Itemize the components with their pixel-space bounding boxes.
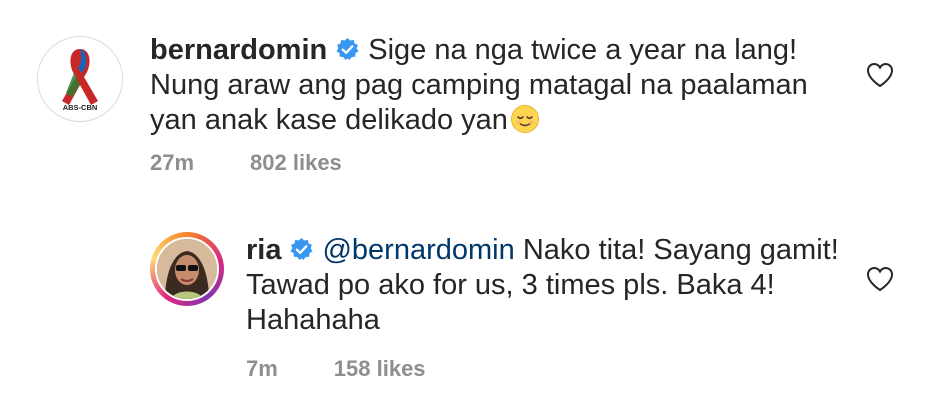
comment-meta: 7m 158 likes [246, 356, 482, 382]
heart-like-icon[interactable] [866, 266, 894, 292]
avatar-logo-text: ABS-CBN [63, 103, 98, 112]
username[interactable]: bernardomin [150, 34, 327, 66]
comment-time[interactable]: 7m [246, 356, 278, 381]
verified-badge-icon [290, 238, 314, 260]
likes-count[interactable]: 158 likes [334, 356, 426, 381]
avatar[interactable] [155, 237, 219, 301]
heart-like-icon[interactable] [866, 62, 894, 88]
comment: ABS-CBN bernardomin Sige na nga twice a … [0, 0, 945, 200]
likes-count[interactable]: 802 likes [250, 150, 342, 175]
mention-link[interactable]: @bernardomin [322, 234, 514, 266]
username[interactable]: ria [246, 234, 281, 266]
relieved-face-emoji [510, 105, 539, 133]
verified-badge-icon [336, 38, 359, 60]
avatar[interactable]: ABS-CBN [37, 36, 123, 122]
comment-meta: 27m 802 likes [150, 150, 398, 176]
comment-time[interactable]: 27m [150, 150, 194, 175]
comment-text: bernardomin Sige na nga twice a year na … [150, 33, 840, 138]
abs-cbn-ribbon-logo: ABS-CBN [62, 49, 98, 112]
profile-photo [157, 239, 217, 299]
comment-text: ria @bernardomin Nako tita! Sayang gamit… [246, 233, 866, 338]
